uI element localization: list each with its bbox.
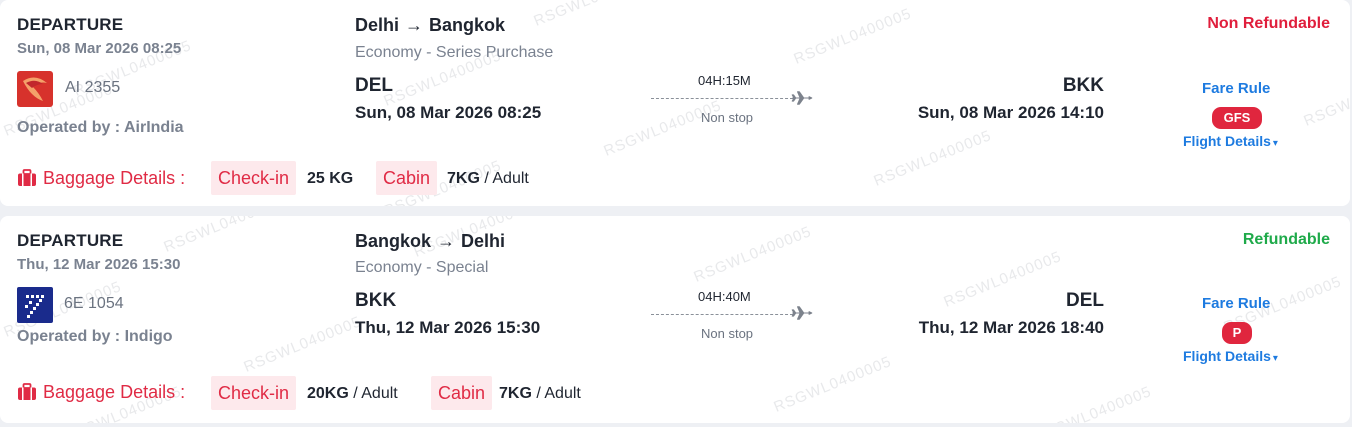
origin-datetime: Thu, 12 Mar 2026 15:30 (355, 318, 541, 337)
checkin-suffix: / Adult (353, 385, 398, 402)
segment-label: DEPARTURE (17, 15, 124, 34)
watermark: RSGWL0400005 (771, 353, 895, 416)
baggage-details-label: Baggage Details : (43, 382, 186, 402)
fare-rule-link[interactable]: Fare Rule (1202, 80, 1270, 97)
watermark: RSGWL0400005 (241, 313, 365, 376)
segment-label: DEPARTURE (17, 231, 124, 250)
checkin-label: Check-in (211, 161, 297, 195)
route-arrow-icon: → (437, 231, 456, 251)
fare-rule-link[interactable]: Fare Rule (1202, 295, 1270, 312)
flight-number: 6E 1054 (64, 295, 124, 312)
cabin-label: Cabin (376, 161, 438, 195)
segment-datetime: Thu, 12 Mar 2026 15:30 (17, 256, 181, 273)
cabin-allowance: 7KG / Adult (499, 385, 581, 403)
destination-code: DEL (1066, 290, 1104, 311)
fare-type-badge: P (1222, 322, 1252, 344)
fare-type-badge: GFS (1212, 107, 1262, 129)
stops-info: Non stop (701, 110, 754, 125)
flight-segment-card: RSGWL0400005 RSGWL0400005 RSGWL0400005 R… (0, 0, 1350, 206)
flight-segment-card: RSGWL0400005 RSGWL0400005 RSGWL0400005 R… (0, 216, 1350, 423)
flight-details-label: Flight Details (1183, 133, 1271, 149)
stops-info: Non stop (701, 326, 754, 341)
chevron-down-icon: ▾ (1272, 353, 1278, 364)
flight-details-link[interactable]: Flight Details ▾ (1183, 133, 1278, 149)
suitcase-icon (18, 383, 36, 400)
flight-details-label: Flight Details (1183, 348, 1271, 364)
flight-duration: 04H:15M (698, 73, 751, 88)
cabin-value: 7KG (447, 170, 480, 187)
checkin-allowance: 20KG / Adult (307, 385, 398, 403)
destination-city: Delhi (461, 231, 506, 251)
flight-details-link[interactable]: Flight Details ▾ (1183, 348, 1278, 364)
suitcase-icon (18, 169, 36, 186)
route-line (651, 98, 793, 99)
origin-datetime: Sun, 08 Mar 2026 08:25 (355, 103, 542, 122)
checkin-label: Check-in (211, 376, 297, 410)
checkin-allowance: 25 KG (307, 170, 353, 188)
checkin-value: 25 KG (307, 170, 354, 187)
destination-datetime: Sun, 08 Mar 2026 14:10 (917, 103, 1104, 122)
chevron-down-icon: ▾ (1272, 138, 1278, 149)
origin-city: Bangkok (355, 231, 432, 251)
destination-datetime: Thu, 12 Mar 2026 18:40 (918, 318, 1104, 337)
fare-class: Economy - Series Purchase (355, 44, 554, 61)
checkin-value: 20KG (307, 385, 349, 402)
flight-duration: 04H:40M (698, 289, 751, 304)
operated-by: Operated by : Indigo (17, 328, 173, 345)
fare-class: Economy - Special (355, 259, 489, 276)
origin-code: BKK (355, 290, 397, 311)
cabin-suffix: / Adult (484, 170, 529, 187)
origin-code: DEL (355, 75, 393, 96)
cabin-label: Cabin (431, 376, 493, 410)
watermark: RSGWL0400005 (791, 5, 915, 68)
watermark: RSGWL0400005 (941, 248, 1065, 311)
refund-status: Non Refundable (1207, 15, 1330, 32)
route-line (651, 314, 793, 315)
airplane-icon (791, 91, 813, 105)
watermark: RSGWL0400005 (601, 97, 725, 160)
refund-status: Refundable (1242, 231, 1330, 248)
airindia-logo-icon (17, 71, 53, 107)
cabin-allowance: 7KG / Adult (447, 170, 529, 188)
indigo-logo-icon (17, 287, 53, 323)
origin-city: Delhi (355, 15, 400, 35)
airplane-icon (791, 306, 813, 320)
watermark: RSGWL0400005 (531, 0, 654, 30)
cabin-suffix: / Adult (536, 385, 581, 402)
route-title: Delhi → Bangkok (355, 15, 505, 36)
flight-number: AI 2355 (65, 79, 121, 96)
route-title: Bangkok → Delhi (355, 231, 505, 252)
segment-datetime: Sun, 08 Mar 2026 08:25 (17, 40, 182, 57)
route-arrow-icon: → (405, 15, 424, 35)
watermark: RSGWL0400005 (871, 127, 995, 190)
operated-by: Operated by : AirIndia (17, 119, 184, 136)
watermark: RSGWL0400005 (1301, 67, 1350, 130)
destination-code: BKK (1062, 75, 1104, 96)
cabin-value: 7KG (499, 385, 532, 402)
baggage-details-label: Baggage Details : (43, 168, 186, 188)
watermark: RSGWL0400005 (691, 223, 815, 286)
watermark: RSGWL0400005 (161, 216, 285, 256)
destination-city: Bangkok (429, 15, 506, 35)
watermark: RSGWL0400005 (1031, 383, 1155, 423)
